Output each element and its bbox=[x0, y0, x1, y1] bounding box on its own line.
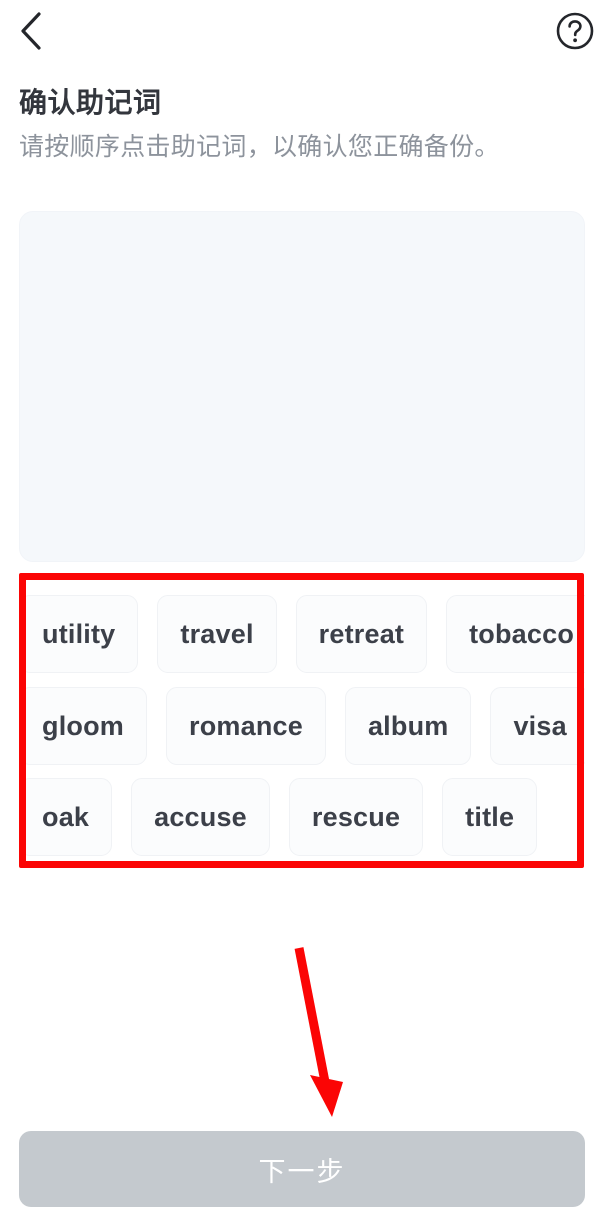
annotation-arrow bbox=[270, 935, 380, 1130]
word-chip-album[interactable]: album bbox=[344, 687, 472, 765]
word-bank-row: utility travel retreat tobacco bbox=[19, 595, 585, 673]
word-chip-romance[interactable]: romance bbox=[166, 687, 326, 765]
page-title: 确认助记词 bbox=[19, 87, 162, 118]
word-bank: utility travel retreat tobacco gloom rom… bbox=[19, 578, 585, 864]
help-button[interactable] bbox=[550, 6, 600, 56]
word-chip-visa[interactable]: visa bbox=[490, 687, 585, 765]
next-button-label: 下一步 bbox=[258, 1156, 346, 1187]
word-chip-gloom[interactable]: gloom bbox=[19, 687, 147, 765]
question-circle-icon bbox=[555, 11, 595, 51]
word-bank-row: gloom romance album visa bbox=[19, 687, 585, 765]
next-button[interactable]: 下一步 bbox=[19, 1131, 585, 1207]
chevron-left-icon bbox=[18, 11, 44, 51]
word-chip-travel[interactable]: travel bbox=[157, 595, 277, 673]
word-chip-accuse[interactable]: accuse bbox=[131, 778, 270, 856]
word-chip-tobacco[interactable]: tobacco bbox=[446, 595, 585, 673]
top-bar bbox=[0, 0, 610, 62]
word-bank-row: oak accuse rescue title bbox=[19, 778, 585, 856]
word-chip-retreat[interactable]: retreat bbox=[295, 595, 428, 673]
mnemonic-confirm-screen: 确认助记词 请按顺序点击助记词，以确认您正确备份。 utility travel… bbox=[0, 0, 610, 1224]
word-chip-utility[interactable]: utility bbox=[19, 595, 139, 673]
word-chip-oak[interactable]: oak bbox=[19, 778, 113, 856]
page-subtitle: 请按顺序点击助记词，以确认您正确备份。 bbox=[19, 133, 500, 161]
back-button[interactable] bbox=[4, 4, 58, 58]
selected-words-panel[interactable] bbox=[19, 211, 585, 562]
word-chip-title[interactable]: title bbox=[442, 778, 538, 856]
word-chip-rescue[interactable]: rescue bbox=[288, 778, 424, 856]
